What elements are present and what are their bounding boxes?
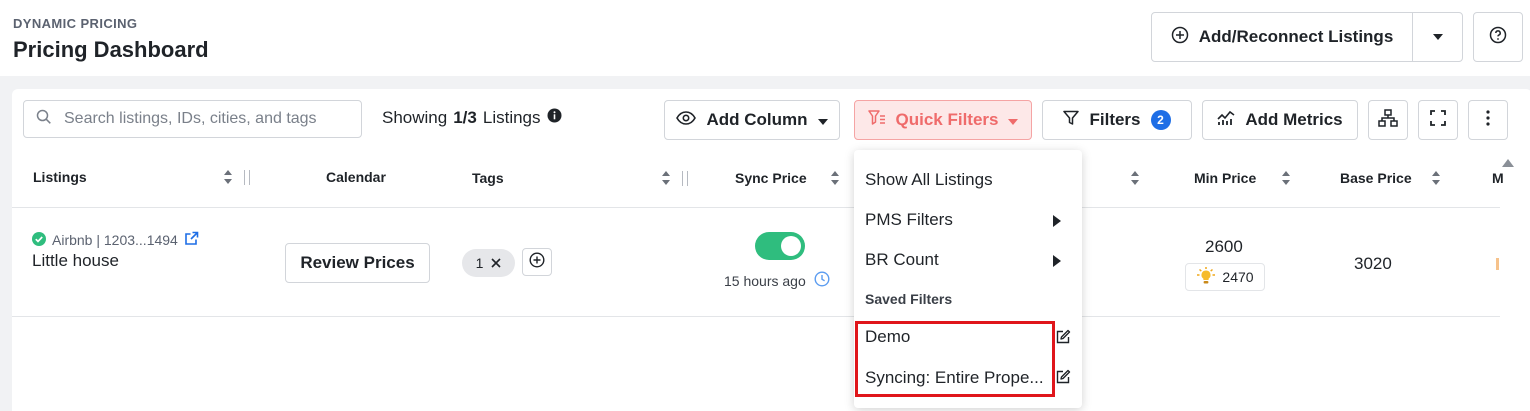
- external-link-icon[interactable]: [184, 231, 199, 249]
- lightbulb-icon: [1196, 266, 1216, 288]
- clipped-cell-marker: [1496, 258, 1499, 270]
- check-circle-icon: [32, 231, 46, 249]
- filters-label: Filters: [1089, 110, 1141, 129]
- plus-circle-icon: [529, 251, 545, 273]
- sort-icon[interactable]: [223, 169, 233, 190]
- menu-item-pms-filters[interactable]: PMS Filters: [865, 210, 953, 230]
- sort-icon[interactable]: [830, 170, 840, 191]
- close-icon[interactable]: [491, 255, 501, 271]
- sync-time-text: 15 hours ago: [724, 272, 806, 289]
- column-resize-handle[interactable]: [682, 171, 688, 186]
- sitemap-icon: [1378, 108, 1398, 132]
- column-header-listings[interactable]: Listings: [33, 169, 87, 185]
- help-button[interactable]: [1473, 12, 1523, 62]
- edit-icon[interactable]: [1055, 329, 1071, 350]
- section-eyebrow: DYNAMIC PRICING: [13, 16, 138, 31]
- listing-count: Showing 1/3 Listings: [382, 108, 562, 128]
- sync-status: 15 hours ago: [724, 271, 830, 290]
- sync-price-toggle[interactable]: [755, 232, 805, 260]
- menu-item-show-all-listings[interactable]: Show All Listings: [865, 170, 993, 190]
- eye-icon: [676, 110, 697, 130]
- page-title: Pricing Dashboard: [13, 37, 209, 62]
- caret-down-icon: [817, 110, 828, 130]
- add-column-label: Add Column: [706, 110, 808, 129]
- add-reconnect-listings-label: Add/Reconnect Listings: [1198, 27, 1394, 46]
- quick-filters-label: Quick Filters: [895, 110, 999, 129]
- column-header-tags[interactable]: Tags: [472, 170, 504, 186]
- add-tag-button[interactable]: [522, 248, 552, 276]
- table-row: [12, 209, 1500, 317]
- recommended-min-price-text: 2470: [1222, 269, 1254, 285]
- add-listings-button-group: Add/Reconnect Listings: [1151, 12, 1463, 62]
- filters-count-badge: 2: [1150, 110, 1171, 130]
- top-bar: DYNAMIC PRICING Pricing Dashboard Add/Re…: [0, 0, 1530, 76]
- more-options-button[interactable]: [1468, 100, 1508, 140]
- showing-prefix: Showing: [382, 108, 448, 127]
- search-icon: [36, 109, 52, 130]
- hierarchy-view-button[interactable]: [1368, 100, 1408, 140]
- column-header-sync-price[interactable]: Sync Price: [735, 170, 807, 186]
- question-circle-icon: [1489, 26, 1507, 49]
- sort-icon[interactable]: [1431, 170, 1441, 191]
- column-header-min-price[interactable]: Min Price: [1194, 170, 1256, 186]
- min-price-value[interactable]: 2600: [1205, 237, 1243, 257]
- column-header-calendar: Calendar: [326, 169, 386, 185]
- sort-icon[interactable]: [661, 170, 671, 191]
- showing-suffix: Listings: [482, 108, 541, 127]
- showing-count: 1/3: [453, 108, 477, 127]
- recommended-min-price[interactable]: 2470: [1185, 263, 1265, 291]
- vertical-dots-icon: [1486, 109, 1490, 131]
- info-icon[interactable]: [547, 108, 562, 128]
- tag-chip: 1: [462, 249, 515, 277]
- expand-icon: [1430, 109, 1446, 131]
- funnel-icon: [1063, 110, 1080, 131]
- add-metrics-button[interactable]: Add Metrics: [1202, 100, 1358, 140]
- saved-filters-highlight-box: [855, 321, 1055, 397]
- caret-down-icon: [1008, 110, 1019, 130]
- add-reconnect-listings-button[interactable]: Add/Reconnect Listings: [1152, 13, 1413, 61]
- caret-right-icon: [1053, 214, 1061, 232]
- search-box: [23, 100, 362, 138]
- menu-item-br-count[interactable]: BR Count: [865, 250, 939, 270]
- listing-name[interactable]: Little house: [32, 251, 119, 271]
- search-input[interactable]: [64, 110, 344, 128]
- listing-source-text: Airbnb | 1203...1494: [52, 232, 178, 248]
- saved-filters-heading: Saved Filters: [865, 291, 953, 307]
- sort-icon[interactable]: [1130, 170, 1140, 191]
- filter-lines-icon: [867, 109, 886, 131]
- chart-line-icon: [1217, 110, 1235, 131]
- quick-filters-button[interactable]: Quick Filters: [854, 100, 1032, 140]
- column-resize-handle[interactable]: [244, 170, 250, 185]
- add-column-button[interactable]: Add Column: [664, 100, 840, 140]
- column-header-base-price[interactable]: Base Price: [1340, 170, 1412, 186]
- add-metrics-label: Add Metrics: [1245, 110, 1343, 129]
- clock-icon: [814, 271, 830, 290]
- edit-icon[interactable]: [1055, 369, 1071, 390]
- sort-icon[interactable]: [1281, 170, 1291, 191]
- listing-source: Airbnb | 1203...1494: [32, 231, 199, 249]
- plus-circle-icon: [1171, 26, 1189, 49]
- review-prices-button[interactable]: Review Prices: [285, 243, 430, 283]
- caret-right-icon: [1053, 254, 1061, 272]
- filters-button[interactable]: Filters 2: [1042, 100, 1192, 140]
- scroll-up-arrow-icon[interactable]: [1501, 155, 1515, 173]
- base-price-value[interactable]: 3020: [1354, 254, 1392, 274]
- caret-down-icon: [1432, 28, 1444, 46]
- tag-chip-count: 1: [475, 255, 484, 271]
- add-listings-dropdown-toggle[interactable]: [1413, 13, 1462, 61]
- fullscreen-button[interactable]: [1418, 100, 1458, 140]
